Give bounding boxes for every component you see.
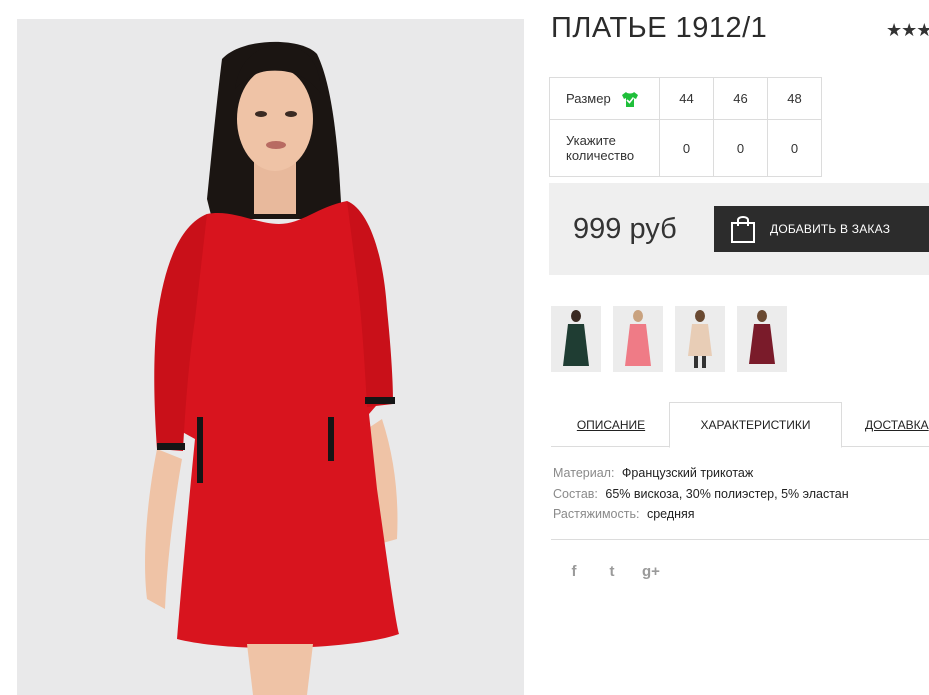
thumbnail-gallery [551, 306, 787, 372]
quantity-input-46[interactable]: 0 [713, 119, 768, 177]
size-label-cell: Размер [549, 77, 660, 120]
tab-characteristics-label: ХАРАКТЕРИСТИКИ [700, 418, 811, 432]
tab-description-label: ОПИСАНИЕ [576, 417, 646, 432]
characteristic-key: Материал: [553, 466, 615, 480]
rating-stars[interactable]: ★★★ [886, 20, 929, 41]
tab-characteristics[interactable]: ХАРАКТЕРИСТИКИ [669, 402, 842, 448]
social-share: f t g+ [566, 563, 660, 580]
google-plus-icon[interactable]: g+ [642, 563, 660, 580]
facebook-icon[interactable]: f [566, 563, 582, 580]
quantity-row: Укажите количество 0 0 0 [549, 119, 822, 177]
add-to-order-label: ДОБАВИТЬ В ЗАКАЗ [770, 222, 891, 236]
size-48: 48 [767, 77, 822, 120]
size-row: Размер 44 46 48 [549, 77, 822, 120]
characteristic-key: Растяжимость: [553, 507, 640, 521]
quantity-label-line1: Укажите [566, 133, 616, 148]
size-label: Размер [566, 91, 611, 106]
characteristic-row: Состав: 65% вискоза, 30% полиэстер, 5% э… [553, 484, 849, 505]
twitter-icon[interactable]: t [604, 563, 620, 580]
characteristic-value: 65% вискоза, 30% полиэстер, 5% эластан [605, 486, 849, 501]
characteristic-key: Состав: [553, 486, 598, 501]
characteristic-row: Материал: Французский трикотаж [553, 463, 849, 484]
main-product-photo[interactable] [17, 19, 524, 695]
thumbnail-green-dress[interactable] [551, 306, 601, 372]
thumbnail-beige-dress[interactable] [675, 306, 725, 372]
size-chart-tshirt-icon[interactable] [621, 91, 639, 107]
tab-delivery-label: ДОСТАВКА [865, 417, 929, 432]
size-44: 44 [659, 77, 714, 120]
thumbnail-burgundy-dress[interactable] [737, 306, 787, 372]
thumbnail-image [737, 306, 787, 372]
thumbnail-image [675, 306, 725, 372]
characteristic-value: средняя [646, 507, 695, 521]
product-page: ПЛАТЬЕ 1912/1 ★★★ Размер 44 46 48 Укажит… [0, 0, 929, 695]
characteristics-list: Материал: Французский трикотаж Состав: 6… [553, 463, 849, 525]
quantity-label: Укажите количество [549, 119, 660, 177]
price-box: 999 руб ДОБАВИТЬ В ЗАКАЗ [549, 183, 929, 275]
product-price: 999 руб [573, 213, 677, 245]
tab-delivery[interactable]: ДОСТАВКА [857, 402, 929, 447]
divider [551, 539, 929, 540]
characteristic-value: Французский трикотаж [621, 466, 754, 480]
thumbnail-pink-dress[interactable] [613, 306, 663, 372]
product-title: ПЛАТЬЕ 1912/1 [551, 12, 768, 44]
quantity-label-line2: количество [566, 148, 635, 163]
quantity-input-48[interactable]: 0 [767, 119, 822, 177]
shopping-bag-icon [731, 216, 755, 243]
tab-description[interactable]: ОПИСАНИЕ [551, 402, 671, 447]
model-in-red-dress-illustration [17, 19, 524, 695]
thumbnail-image [613, 306, 663, 372]
size-quantity-table: Размер 44 46 48 Укажите количество 0 0 0 [549, 77, 822, 177]
characteristic-row: Растяжимость: средняя [553, 504, 849, 525]
thumbnail-image [551, 306, 601, 372]
quantity-input-44[interactable]: 0 [659, 119, 714, 177]
size-46: 46 [713, 77, 768, 120]
add-to-order-button[interactable]: ДОБАВИТЬ В ЗАКАЗ [714, 206, 929, 252]
product-tabs: ОПИСАНИЕ ХАРАКТЕРИСТИКИ ДОСТАВКА [551, 402, 929, 448]
